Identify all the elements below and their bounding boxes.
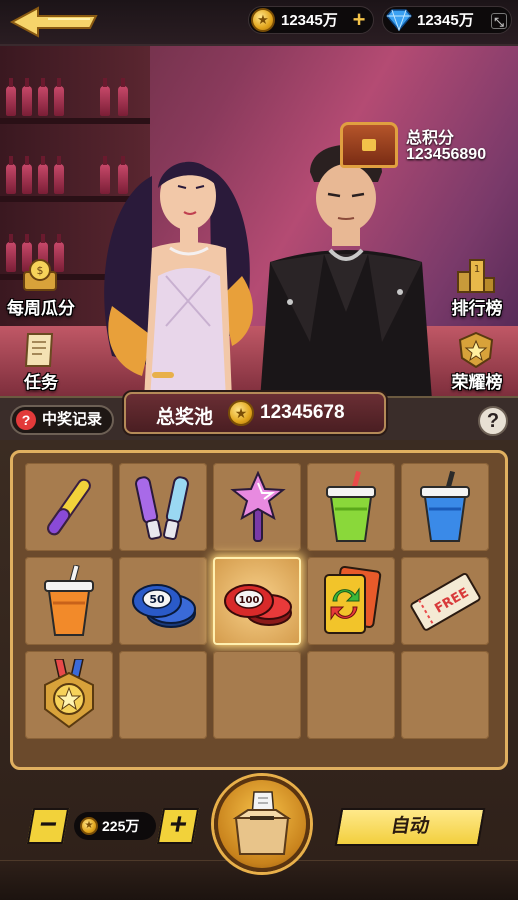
chip-50-text: 50 [149, 593, 165, 606]
tasks-button[interactable]: 任务 [0, 332, 86, 392]
weekly-share-button[interactable]: $ 每周瓜分 [0, 258, 86, 318]
bet-stepper: − 225万 + [26, 806, 200, 846]
chip-100-text: 100 [239, 595, 260, 606]
gold-coin-icon [228, 400, 254, 426]
prize-pool-value: 12345678 [260, 402, 345, 423]
gem-amount: 12345万 [417, 12, 474, 29]
prize-cell[interactable] [119, 463, 207, 551]
draw-lottery-button[interactable] [214, 776, 310, 872]
empty-prize-cell [213, 651, 301, 739]
prize-cell[interactable] [25, 557, 113, 645]
win-record-button[interactable]: ? 中奖记录 [10, 405, 114, 435]
prize-cell[interactable]: FREE [401, 557, 489, 645]
female-character-illustration [104, 161, 253, 400]
back-arrow-button[interactable] [8, 4, 100, 40]
star-shield-icon [458, 332, 494, 368]
free-ticket-icon: FREE [410, 572, 481, 631]
gold-coins-stack-icon: $ [23, 259, 57, 291]
lottery-box-icon [232, 791, 292, 855]
blue-50-chips-icon: 50 [132, 584, 196, 628]
auto-draw-button[interactable]: 自动 [334, 808, 486, 846]
bet-amount-value: 225万 [102, 818, 140, 834]
honor-board-label: 荣耀榜 [451, 373, 503, 392]
gold-currency: 12345万 + [248, 6, 374, 34]
male-character-illustration [260, 145, 432, 400]
top-bar: 12345万 + 12345万 ⤡ [0, 0, 518, 46]
star-wand-icon [230, 471, 286, 542]
total-score-panel: 总积分 123456890 [340, 120, 516, 172]
prize-cell-highlighted[interactable]: 100 [213, 557, 301, 645]
question-badge-icon: ? [16, 410, 36, 430]
orange-drink-cup-icon [44, 565, 94, 636]
treasure-chest-icon [340, 122, 398, 168]
weekly-share-label: 每周瓜分 [7, 299, 75, 318]
yellow-purple-glowstick-icon [47, 478, 91, 536]
help-button[interactable]: ? [478, 406, 508, 436]
total-score-value: 123456890 [406, 146, 487, 163]
gold-coin-icon [80, 817, 98, 835]
win-record-label: 中奖记录 [42, 411, 103, 428]
fullscreen-toggle-icon[interactable]: ⤡ [491, 13, 507, 29]
bet-amount-display: 225万 [74, 812, 156, 840]
gold-amount: 12345万 [281, 12, 338, 29]
blue-drink-cup-icon [420, 471, 470, 542]
gem-currency: 12345万 ⤡ [382, 6, 512, 34]
prize-pool-label: 总奖池 [156, 407, 214, 428]
honor-board-button[interactable]: 荣耀榜 [432, 332, 518, 392]
prize-cell[interactable] [307, 463, 395, 551]
prize-cell[interactable] [213, 463, 301, 551]
svg-text:$: $ [37, 264, 44, 277]
prize-cell[interactable] [307, 557, 395, 645]
star-medal-icon [44, 659, 94, 729]
ranking-label: 排行榜 [451, 299, 503, 318]
scroll-icon [24, 333, 54, 367]
back-arrow-icon [9, 6, 98, 38]
light-sticks-icon [135, 476, 189, 540]
total-score-label: 总积分 [406, 130, 455, 147]
podium-icon: 1 [457, 259, 495, 293]
green-drink-cup-icon [326, 471, 376, 542]
add-gold-button[interactable]: + [349, 9, 369, 31]
tasks-label: 任务 [24, 373, 58, 392]
prize-cell[interactable]: 50 [119, 557, 207, 645]
red-100-chips-icon: 100 [224, 584, 292, 626]
prize-cell[interactable] [25, 463, 113, 551]
decrease-bet-button[interactable]: − [26, 808, 70, 844]
hero-scene: 总积分 123456890 $ 每周瓜分 任务 1 排行榜 荣耀榜 [0, 46, 518, 400]
empty-prize-cell [119, 651, 207, 739]
prize-cell[interactable] [25, 651, 113, 739]
increase-bet-button[interactable]: + [156, 808, 200, 844]
total-prize-pool: 总奖池 12345678 [124, 392, 386, 434]
prize-grid: 50 100 FREE [25, 463, 493, 739]
ranking-button[interactable]: 1 排行榜 [432, 258, 518, 318]
svg-text:1: 1 [474, 264, 480, 275]
prize-cell[interactable] [401, 463, 489, 551]
diamond-icon [386, 9, 412, 31]
gold-coin-icon [251, 8, 275, 32]
empty-prize-cell [401, 651, 489, 739]
prize-board: 50 100 FREE [10, 450, 508, 770]
swap-card-icon [324, 566, 382, 634]
empty-prize-cell [307, 651, 395, 739]
